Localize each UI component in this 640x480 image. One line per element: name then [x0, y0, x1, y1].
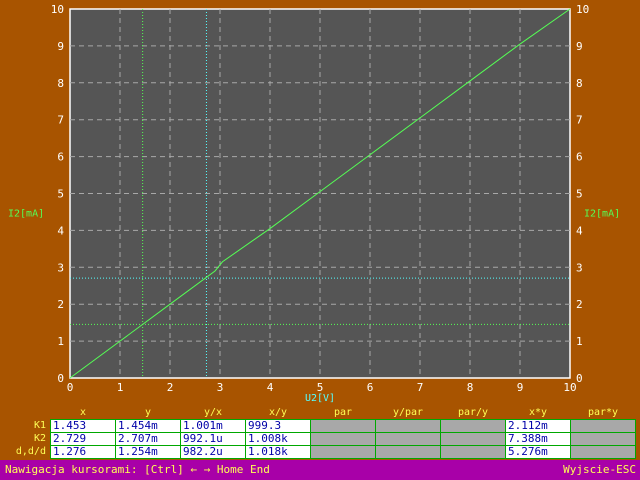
table-cell: [310, 432, 376, 446]
x-axis-label: U2[V]: [305, 393, 335, 404]
y-tick-label-left: 1: [57, 335, 64, 348]
table-cell: 5.276m: [505, 445, 571, 459]
y-tick-label-left: 2: [57, 298, 64, 311]
y-tick-label-right: 9: [576, 40, 583, 53]
table-cell: 1.001m: [180, 419, 246, 433]
plot-area[interactable]: 0 1 2 3 4 5 6 7 8 9 10 012345678910 012345678910 U…: [0, 0, 640, 405]
table-cell: 999.3: [245, 419, 311, 433]
table-cell: 992.1u: [180, 432, 246, 446]
y-tick-label-left: 10: [51, 3, 64, 16]
column-header: par: [333, 406, 353, 418]
table-cell: [570, 445, 636, 459]
measurement-panel: K1 K2 d,d/d x y y/x x/y par y/par par/y x*y par*…: [0, 405, 640, 460]
x-tick-label: 10: [563, 381, 576, 394]
x-tick-label: 3: [217, 381, 224, 394]
y-tick-label-right: 3: [576, 261, 583, 274]
y-tick-label-left: 6: [57, 151, 64, 164]
y-tick-labels-left: 0 1 2 3 4 5 6 7 8 9 10: [51, 3, 65, 385]
table-header-row: x y y/x x/y par y/par par/y x*y par*y: [51, 405, 636, 420]
x-tick-label: 1: [117, 381, 124, 394]
x-tick-label: 9: [517, 381, 524, 394]
table-cell: [310, 419, 376, 433]
table-cell: 1.018k: [245, 445, 311, 459]
table-cell: 1.276: [50, 445, 116, 459]
table-cell: 982.2u: [180, 445, 246, 459]
y-tick-label-right: 5: [576, 188, 583, 201]
table-cell: 1.454m: [115, 419, 181, 433]
table-cell: 2.112m: [505, 419, 571, 433]
table-row: 1.453 1.454m 1.001m 999.3 2.112m: [50, 419, 636, 433]
column-header: x: [79, 406, 87, 418]
x-tick-label: 2: [167, 381, 174, 394]
y-tick-label-right: 0: [576, 372, 583, 385]
y-tick-label-right: 4: [576, 224, 583, 237]
y-tick-label-left: 0: [57, 372, 64, 385]
column-header: y/x: [203, 406, 223, 418]
table-cell: [440, 419, 506, 433]
column-header: y: [144, 406, 152, 418]
table-cell: [570, 432, 636, 446]
y-tick-label-left: 7: [57, 114, 64, 127]
status-bar: Nawigacja kursorami: [Ctrl] ← → Home End…: [0, 460, 640, 480]
row-label-k2: K2: [33, 433, 46, 444]
y-tick-label-left: 9: [57, 40, 64, 53]
x-tick-label: 8: [467, 381, 474, 394]
table-cell: [375, 419, 441, 433]
y-tick-label-left: 5: [57, 188, 64, 201]
column-header: y/par: [392, 406, 424, 418]
y-tick-label-right: 2: [576, 298, 583, 311]
y-tick-label-right: 6: [576, 151, 583, 164]
row-label-diff: d,d/d: [15, 446, 46, 457]
column-header: par*y: [587, 406, 619, 418]
y-tick-label-left: 4: [57, 224, 64, 237]
table-cell: [440, 445, 506, 459]
y-tick-label-left: 8: [57, 77, 64, 90]
y-tick-label-right: 1: [576, 335, 583, 348]
exit-hint[interactable]: Wyjscie-ESC: [563, 463, 636, 476]
table-cell: [440, 432, 506, 446]
column-header: par/y: [457, 406, 489, 418]
table-row: 2.729 2.707m 992.1u 1.008k 7.388m: [50, 432, 636, 446]
y-tick-label-left: 3: [57, 261, 64, 274]
y-tick-label-right: 10: [576, 3, 589, 16]
y-tick-label-right: 8: [576, 77, 583, 90]
y-tick-labels-right: 0 1 2 3 4 5 6 7 8 9 10: [576, 3, 589, 385]
table-cell: [570, 419, 636, 433]
table-cell: 7.388m: [505, 432, 571, 446]
column-header: x/y: [268, 406, 288, 418]
row-label-k1: K1: [33, 420, 46, 431]
table-cell: 1.008k: [245, 432, 311, 446]
table-cell: 2.729: [50, 432, 116, 446]
column-header: x*y: [528, 406, 548, 418]
navigation-hint: Nawigacja kursorami: [Ctrl] ← → Home End: [5, 463, 270, 476]
x-tick-label: 4: [267, 381, 274, 394]
table-cell: [310, 445, 376, 459]
row-labels: K1 K2 d,d/d: [0, 419, 46, 458]
table-row: 1.276 1.254m 982.2u 1.018k 5.276m: [50, 445, 636, 459]
x-tick-label: 0: [67, 381, 74, 394]
table-cell: 1.254m: [115, 445, 181, 459]
x-tick-label: 6: [367, 381, 374, 394]
y-tick-label-right: 7: [576, 114, 583, 127]
table-cell: 2.707m: [115, 432, 181, 446]
table-cell: [375, 432, 441, 446]
y-axis-label-left: I2[mA]: [8, 209, 44, 220]
measurement-table: x y y/x x/y par y/par par/y x*y par*y 1.453 1.454…: [50, 405, 636, 459]
y-axis-label-right: I2[mA]: [584, 209, 620, 220]
table-cell: [375, 445, 441, 459]
x-tick-label: 7: [417, 381, 424, 394]
table-cell: 1.453: [50, 419, 116, 433]
